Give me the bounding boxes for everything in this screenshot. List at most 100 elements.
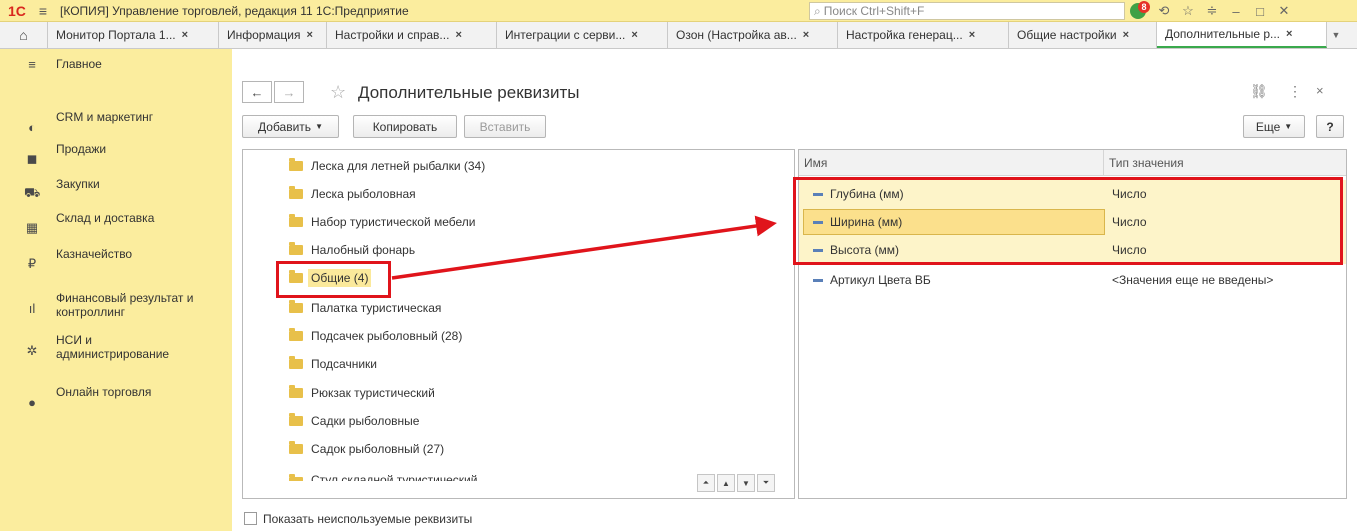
column-header-type[interactable]: Тип значения <box>1104 150 1346 176</box>
more-button[interactable]: Еще ▼ <box>1243 115 1305 138</box>
favorites-icon[interactable]: ☆ <box>1176 3 1200 19</box>
tree-item[interactable]: Палатка туристическая <box>243 294 794 322</box>
table-row[interactable]: Высота (мм) Число <box>799 236 1346 264</box>
close-tab-icon[interactable]: × <box>455 29 461 41</box>
notifications-icon[interactable]: 8 <box>1128 1 1152 20</box>
close-tab-icon[interactable]: × <box>182 29 188 41</box>
close-form-icon[interactable]: × <box>1316 83 1324 98</box>
folder-icon <box>289 242 303 255</box>
add-button[interactable]: Добавить ▼ <box>242 115 339 138</box>
sidebar-item-purchases[interactable]: ⛟ Закупки <box>0 177 232 203</box>
tree-item[interactable]: Налобный фонарь <box>243 236 794 264</box>
help-button-label: ? <box>1326 119 1334 134</box>
scroll-top-icon[interactable]: ⏶ <box>697 474 715 492</box>
open-tabs-bar: ⌂ Монитор Портала 1... × Информация × Наст… <box>0 22 1357 49</box>
ruble-icon: ₽ <box>27 256 37 271</box>
back-button[interactable]: ← <box>242 81 272 103</box>
tree-item[interactable]: Рюкзак туристический <box>243 379 794 407</box>
copy-button-label: Копировать <box>372 119 438 134</box>
attribute-icon <box>813 279 823 282</box>
more-vertical-icon[interactable]: ⋮ <box>1288 83 1302 100</box>
table-row[interactable]: Артикул Цвета ВБ <Значения еще не введен… <box>799 266 1346 294</box>
close-tab-icon[interactable]: × <box>306 29 312 41</box>
tab-generation-settings[interactable]: Настройка генерац... × <box>838 22 1009 48</box>
table-row[interactable]: Глубина (мм) Число <box>799 180 1346 208</box>
close-tab-icon[interactable]: × <box>631 29 637 41</box>
copy-button[interactable]: Копировать <box>353 115 457 138</box>
paste-button[interactable]: Вставить <box>464 115 546 138</box>
sidebar-item-crm[interactable]: ◐ CRM и маркетинг <box>0 110 232 136</box>
cell-type: <Значения еще не введены> <box>1112 273 1274 287</box>
arrow-left-icon: ← <box>250 84 264 100</box>
tree-item-label: Налобный фонарь <box>311 243 416 257</box>
crm-icon: ◐ <box>28 119 36 135</box>
sales-icon: ◼ <box>26 151 38 166</box>
tree-item[interactable]: Леска для летней рыбалки (34) <box>243 152 794 180</box>
home-icon[interactable]: ⌂ <box>0 22 48 48</box>
tree-item[interactable]: Подсачники <box>243 350 794 378</box>
minimize-icon[interactable]: – <box>1224 4 1248 19</box>
sidebar-item-sales[interactable]: ◼ Продажи <box>0 142 232 168</box>
title-bar: 1С ≡ [КОПИЯ] Управление торговлей, редак… <box>0 0 1357 22</box>
1c-logo-icon: 1С <box>8 2 26 19</box>
close-tab-icon[interactable]: × <box>1286 28 1292 40</box>
groups-tree: Леска для летней рыбалки (34) Леска рыбо… <box>242 149 795 499</box>
tree-item[interactable]: Подсачек рыболовный (28) <box>243 322 794 350</box>
tabs-dropdown-icon[interactable]: ▼ <box>1327 22 1345 48</box>
scroll-up-icon[interactable]: ▲ <box>717 474 735 492</box>
settings-menu-icon[interactable]: ≑ <box>1200 3 1224 19</box>
tree-item-selected[interactable]: Общие (4) <box>243 264 794 292</box>
tree-item[interactable]: Садок рыболовный (27) <box>243 435 794 463</box>
tree-item[interactable]: Садки рыболовные <box>243 407 794 435</box>
arrow-right-icon: → <box>282 84 296 100</box>
sidebar-item-main[interactable]: ≡ Главное <box>0 55 232 73</box>
close-tab-icon[interactable]: × <box>1123 29 1129 41</box>
link-icon[interactable]: ⛓ <box>1250 83 1268 100</box>
tab-integrations[interactable]: Интеграции с серви... × <box>497 22 668 48</box>
dropdown-arrow-icon: ▼ <box>315 122 323 131</box>
folder-icon <box>289 356 303 369</box>
help-button[interactable]: ? <box>1316 115 1344 138</box>
sidebar-item-label: Казначейство <box>56 247 133 261</box>
attributes-table: Имя Тип значения Глубина (мм) Число Шири… <box>798 149 1347 499</box>
sidebar-item-warehouse[interactable]: ▦ Склад и доставка <box>0 211 232 237</box>
folder-icon <box>289 385 303 398</box>
sidebar-item-label: Финансовый результат и контроллинг <box>56 291 194 319</box>
tree-item[interactable]: Набор туристической мебели <box>243 208 794 236</box>
folder-icon <box>289 270 303 283</box>
column-header-name[interactable]: Имя <box>799 150 1104 176</box>
close-tab-icon[interactable]: × <box>803 29 809 41</box>
tab-general-settings[interactable]: Общие настройки × <box>1009 22 1157 48</box>
sidebar-item-label: Продажи <box>56 142 107 156</box>
history-icon[interactable]: ⟲ <box>1152 3 1176 19</box>
sidebar-item-treasury[interactable]: ₽ Казначейство <box>0 247 232 273</box>
close-window-icon[interactable]: ✕ <box>1272 3 1296 19</box>
tree-item-label: Садки рыболовные <box>311 414 420 428</box>
tab-ozon[interactable]: Озон (Настройка ав... × <box>668 22 838 48</box>
sidebar-item-online[interactable]: ● Онлайн торговля <box>0 385 232 411</box>
notifications-badge: 8 <box>1138 1 1150 13</box>
search-icon: ⌕ <box>814 3 821 18</box>
forward-button[interactable]: → <box>274 81 304 103</box>
tab-information[interactable]: Информация × <box>219 22 327 48</box>
tab-label: Дополнительные р... <box>1165 27 1281 41</box>
cell-name: Ширина (мм) <box>830 215 903 229</box>
global-search-input[interactable]: ⌕ Поиск Ctrl+Shift+F <box>809 2 1125 20</box>
scroll-down-icon[interactable]: ▼ <box>737 474 755 492</box>
tree-item-label: Подсачек рыболовный (28) <box>311 329 463 343</box>
maximize-icon[interactable]: □ <box>1248 4 1272 19</box>
tree-item[interactable]: Леска рыболовная <box>243 180 794 208</box>
tree-item-label: Набор туристической мебели <box>311 215 476 229</box>
table-row-selected[interactable]: Ширина (мм) Число <box>799 208 1346 236</box>
show-unused-checkbox[interactable] <box>244 512 257 525</box>
tab-settings-reference[interactable]: Настройки и справ... × <box>327 22 497 48</box>
scroll-bottom-icon[interactable]: ⏷ <box>757 474 775 492</box>
tab-portal-monitor[interactable]: Монитор Портала 1... × <box>48 22 219 48</box>
close-tab-icon[interactable]: × <box>969 29 975 41</box>
sidebar-item-admin[interactable]: ✲ НСИ и администрирование <box>0 333 232 365</box>
folder-icon <box>289 214 303 227</box>
favorite-star-icon[interactable]: ☆ <box>330 82 346 103</box>
sidebar-item-finance[interactable]: ıl Финансовый результат и контроллинг <box>0 291 232 323</box>
main-menu-icon[interactable]: ≡ <box>32 3 54 19</box>
tab-additional-attributes[interactable]: Дополнительные р... × <box>1157 22 1327 48</box>
